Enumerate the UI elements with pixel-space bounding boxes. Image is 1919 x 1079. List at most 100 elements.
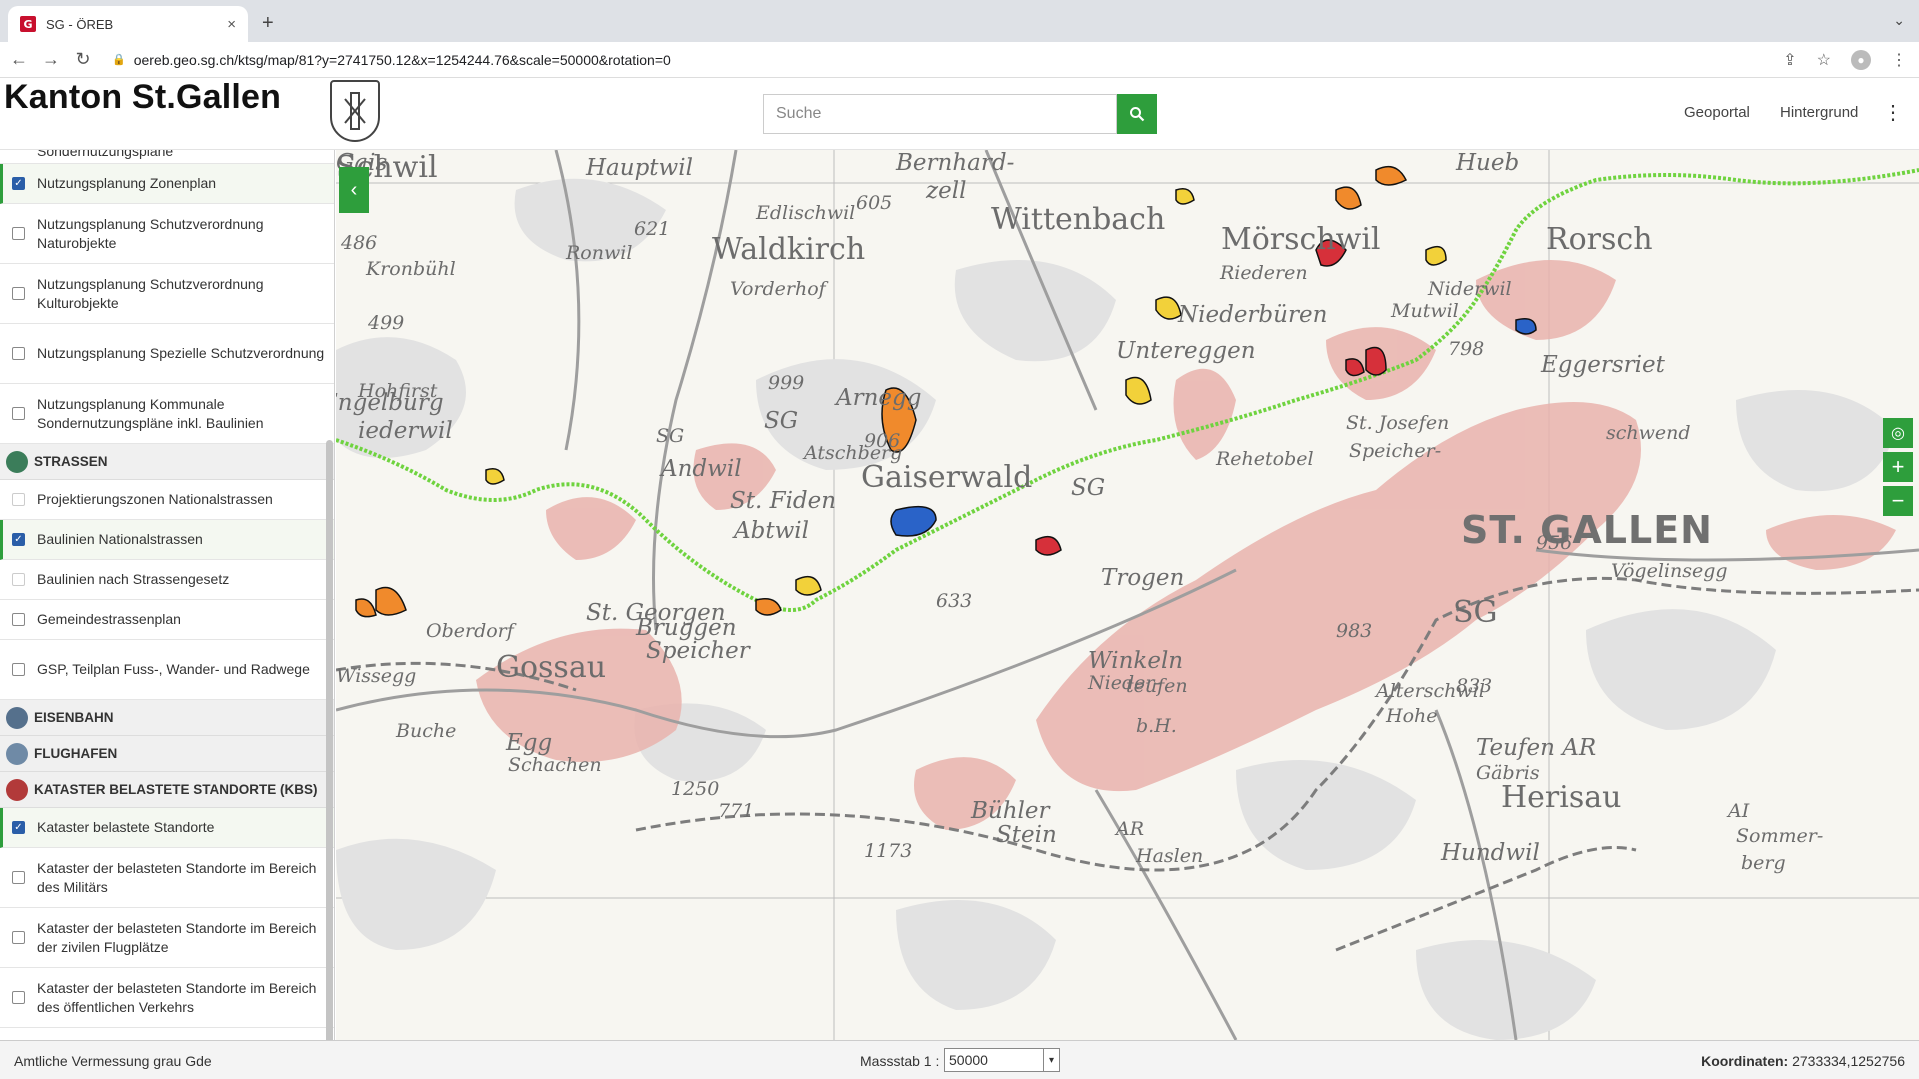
chevron-down-icon[interactable]: ▾	[1043, 1049, 1059, 1071]
layer-checkbox[interactable]	[12, 573, 25, 586]
layer-checkbox[interactable]	[12, 663, 25, 676]
map-place-label: Andwil	[661, 456, 742, 482]
collapse-sidebar-button[interactable]: ‹	[339, 167, 369, 213]
bookmark-star-icon[interactable]: ☆	[1817, 50, 1831, 70]
map-place-label: 1250	[671, 778, 720, 800]
layer-item[interactable]: GSP, Teilplan Fuss-, Wander- und Radwege	[0, 640, 334, 700]
browser-tabstrip: G SG - ÖREB × + ⌄	[0, 0, 1919, 42]
map-view[interactable]: Schwil Hauptwil Bernhard-zell Hueb Edlischwi…	[336, 150, 1919, 1040]
browser-menu-icon[interactable]: ⋮	[1891, 50, 1907, 70]
layer-checkbox[interactable]	[12, 227, 25, 240]
map-place-label: Ronwil	[566, 242, 633, 264]
layer-label: Kataster der belasteten Standorte im Ber…	[37, 919, 317, 955]
map-place-label: Winkeln	[1088, 648, 1184, 674]
map-place-label: Bühler	[971, 798, 1050, 824]
category-12[interactable]: EISENBAHN	[0, 700, 334, 736]
geoportal-link[interactable]: Geoportal	[1684, 104, 1750, 121]
map-place-label: Niderwil	[1428, 278, 1512, 300]
forward-icon[interactable]: →	[38, 49, 64, 70]
browser-toolbar: ← → ↻ 🔒 oereb.geo.sg.ch/ktsg/map/81?y=27…	[0, 42, 1919, 78]
map-place-label: schwend	[1606, 422, 1691, 444]
map-place-label: Speicher	[646, 638, 750, 664]
scale-select[interactable]: 50000 ▾	[944, 1048, 1060, 1072]
search-icon	[1130, 107, 1145, 122]
browser-tab[interactable]: G SG - ÖREB ×	[8, 6, 248, 42]
layer-item[interactable]: Kataster der belasteten Standorte im Ber…	[0, 848, 334, 908]
layer-item[interactable]: Nutzungsplanung Schutzverordnung Kulturo…	[0, 264, 334, 324]
layer-label: Nutzungsplanung Spezielle Schutzverordnu…	[37, 345, 325, 361]
layer-item[interactable]: Nutzungsplanung Kommunale Sondernutzungs…	[0, 384, 334, 444]
address-bar[interactable]: 🔒 oereb.geo.sg.ch/ktsg/map/81?y=2741750.…	[112, 52, 1712, 68]
map-place-label: Buche	[396, 720, 457, 742]
layer-item[interactable]: Nutzungsplanung Schutzverordnung Naturob…	[0, 204, 334, 264]
layer-checkbox[interactable]	[12, 347, 25, 360]
zoom-in-button[interactable]: +	[1883, 452, 1913, 482]
category-6[interactable]: STRASSEN	[0, 444, 334, 480]
locate-button[interactable]: ◎	[1883, 418, 1913, 448]
forest-areas	[336, 178, 1896, 1040]
background-link[interactable]: Hintergrund	[1780, 104, 1858, 121]
tab-search-icon[interactable]: ⌄	[1893, 12, 1905, 29]
layer-item[interactable]: Nutzungsplanung Spezielle Schutzverordnu…	[0, 324, 334, 384]
layer-item[interactable]: Projektierungszonen Nationalstrassen	[0, 480, 334, 520]
map-place-label: Teufen AR	[1476, 735, 1597, 761]
sidebar-scrollbar[interactable]	[326, 440, 333, 1040]
layer-item[interactable]: Kataster der belasteten Standorte im Ber…	[0, 908, 334, 968]
zoom-out-button[interactable]: −	[1883, 486, 1913, 516]
search-button[interactable]	[1117, 94, 1157, 134]
map-place-label: 906	[864, 430, 901, 452]
map-place-label: Sommer-	[1736, 825, 1824, 847]
scale-value: 50000	[949, 1052, 988, 1068]
layer-item[interactable]: Gemeindestrassenplan	[0, 600, 334, 640]
layer-item[interactable]: ✓ Baulinien Nationalstrassen	[0, 520, 334, 560]
profile-avatar-icon[interactable]: ●	[1851, 50, 1871, 70]
category-14[interactable]: KATASTER BELASTETE STANDORTE (KBS)	[0, 772, 334, 808]
layer-item[interactable]: Sondernutzungspläne	[0, 150, 334, 164]
layer-checkbox[interactable]	[12, 407, 25, 420]
layer-checkbox[interactable]	[12, 871, 25, 884]
layer-item[interactable]: Baulinien nach Strassengesetz	[0, 560, 334, 600]
map-place-label: Abtwil	[734, 518, 809, 544]
new-tab-icon[interactable]: +	[262, 12, 274, 35]
category-icon	[6, 450, 28, 473]
layer-label: Projektierungszonen Nationalstrassen	[37, 491, 273, 507]
category-icon	[6, 778, 28, 801]
layer-item[interactable]: ✓ Kataster belastete Standorte	[0, 808, 334, 848]
layer-label: Gemeindestrassenplan	[37, 611, 181, 627]
share-icon[interactable]: ⇪	[1783, 50, 1796, 70]
map-place-label: iederwil	[358, 418, 453, 444]
layer-label: GSP, Teilplan Fuss-, Wander- und Radwege	[37, 661, 310, 677]
search-input[interactable]: Suche	[763, 94, 1117, 134]
reload-icon[interactable]: ↻	[70, 49, 96, 70]
map-place-label: Mörschwil	[1221, 222, 1381, 257]
category-13[interactable]: FLUGHAFEN	[0, 736, 334, 772]
tab-title: SG - ÖREB	[46, 16, 114, 32]
map-place-label: Arnegg	[836, 385, 922, 411]
layer-checkbox[interactable]	[12, 287, 25, 300]
brand-title[interactable]: Kanton St.Gallen	[4, 78, 281, 117]
layer-checkbox[interactable]	[12, 613, 25, 626]
layer-checkbox[interactable]	[12, 493, 25, 506]
map-grid	[336, 150, 1919, 1040]
scale-label: Massstab 1 :	[860, 1053, 940, 1069]
layer-item[interactable]: ✓ Nutzungsplanung Zonenplan	[0, 164, 334, 204]
map-place-label: Vögelinsegg	[1611, 560, 1728, 582]
url-text: oereb.geo.sg.ch/ktsg/map/81?y=2741750.12…	[133, 51, 671, 68]
layer-label: Baulinien nach Strassengesetz	[37, 571, 230, 587]
layer-checkbox[interactable]	[12, 931, 25, 944]
layer-checkbox[interactable]: ✓	[12, 821, 25, 834]
map-place-label: b.H.	[1136, 715, 1177, 737]
status-bar: Amtliche Vermessung grau Gde Massstab 1 …	[0, 1040, 1919, 1079]
app-menu-icon[interactable]: ⋮	[1883, 100, 1903, 125]
map-place-label: Oberdorf	[426, 620, 514, 642]
coordinates-readout: Koordinaten: 2733334,1252756	[1701, 1053, 1905, 1069]
back-icon[interactable]: ←	[6, 49, 32, 70]
layer-checkbox[interactable]: ✓	[12, 177, 25, 190]
layer-checkbox[interactable]: ✓	[12, 533, 25, 546]
close-tab-icon[interactable]: ×	[227, 16, 236, 33]
map-place-label: 999	[768, 372, 805, 394]
map-place-label: Vorderhof	[730, 278, 826, 300]
layer-checkbox[interactable]	[12, 991, 25, 1004]
map-place-label: Speicher-	[1349, 440, 1442, 462]
layer-item[interactable]: Kataster der belasteten Standorte im Ber…	[0, 968, 334, 1028]
